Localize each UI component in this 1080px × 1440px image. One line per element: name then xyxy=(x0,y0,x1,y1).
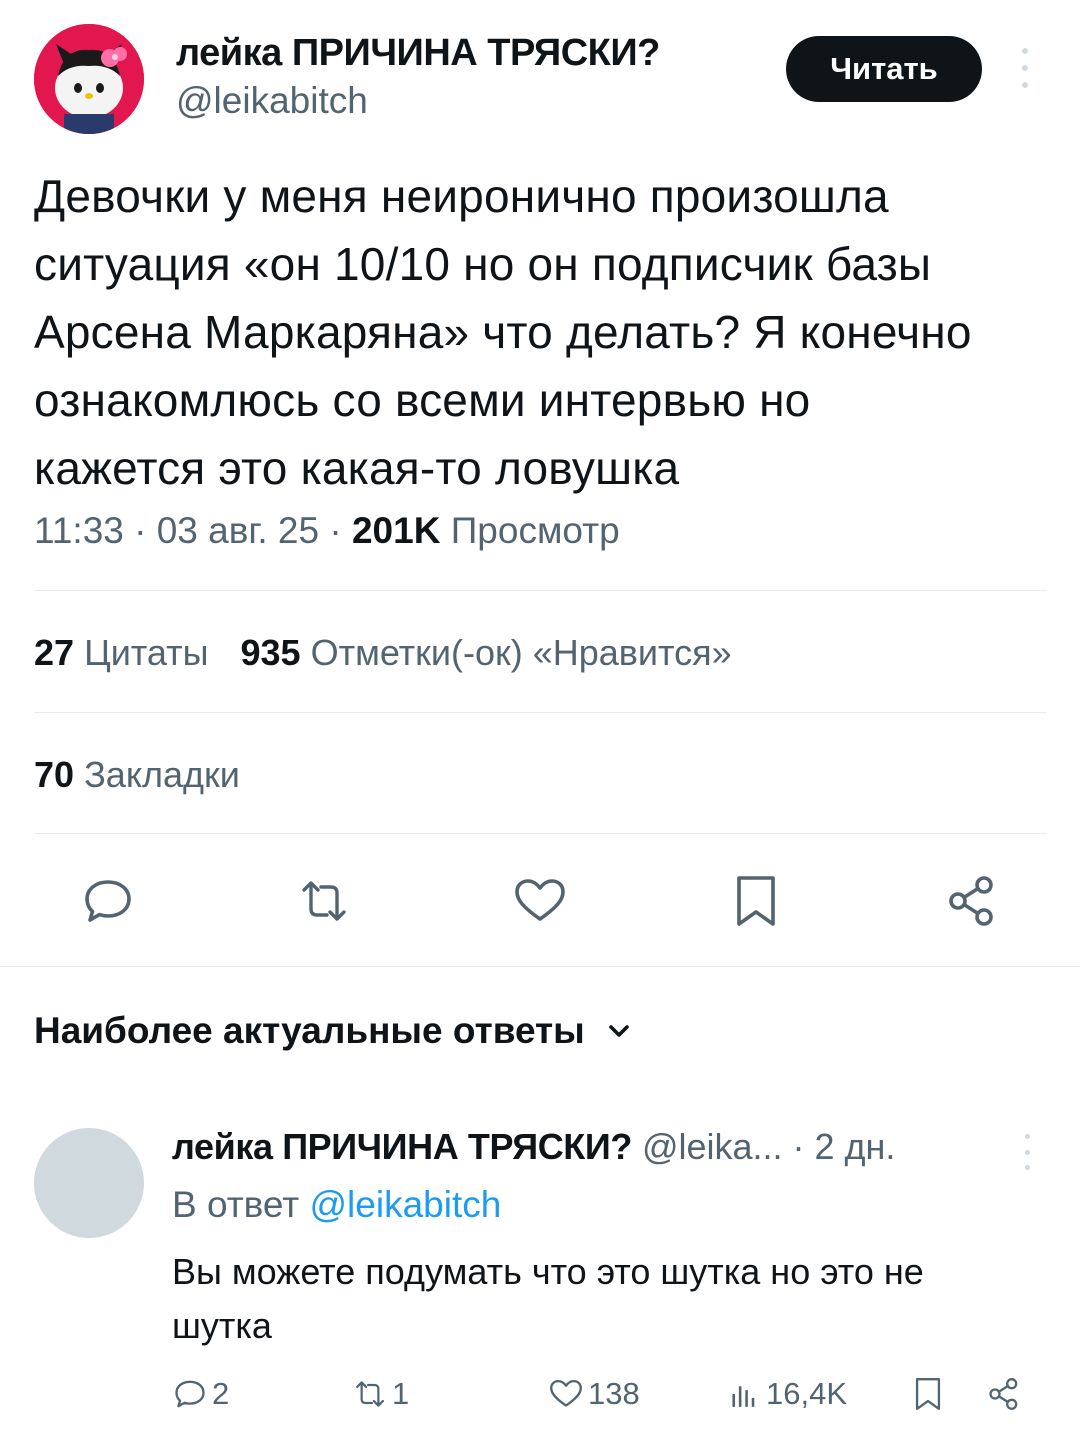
reply-retweet-button[interactable]: 1 xyxy=(352,1372,409,1416)
reply-text-line: шутка xyxy=(172,1305,272,1346)
views-chart-icon xyxy=(732,1386,755,1407)
like-icon[interactable] xyxy=(512,873,568,929)
chevron-down-icon xyxy=(608,1025,629,1037)
tweet-text: Девочки у меня неиронично произошла ситу… xyxy=(34,162,1054,502)
views-count: 201K xyxy=(351,510,441,551)
reply-like-button[interactable]: 138 xyxy=(548,1372,640,1416)
divider xyxy=(34,833,1047,834)
replies-heading-label: Наиболее актуальные ответы xyxy=(34,1010,585,1051)
likes-label: Отметки(-ок) «Нравится» xyxy=(310,632,732,673)
reply-icon xyxy=(175,1380,205,1408)
tweet-text-line: кажется это какая-то ловушка xyxy=(34,442,680,494)
reply-author-name[interactable]: лейка ПРИЧИНА ТРЯСКИ? xyxy=(172,1126,632,1167)
author-name[interactable]: лейка ПРИЧИНА ТРЯСКИ? xyxy=(176,32,660,75)
author-handle[interactable]: @leikabitch xyxy=(176,80,368,122)
views-label: Просмотр xyxy=(440,510,620,551)
replies-sort-dropdown[interactable]: Наиболее актуальные ответы xyxy=(34,1010,631,1052)
share-icon[interactable] xyxy=(944,873,1000,929)
reply-views-button[interactable]: 16,4K xyxy=(726,1372,847,1416)
like-icon xyxy=(550,1379,582,1407)
more-options-icon[interactable] xyxy=(1010,48,1040,88)
bookmarks-stat[interactable]: 70 Закладки xyxy=(34,754,240,796)
reply-header: лейка ПРИЧИНА ТРЯСКИ? @leika... · 2 дн. xyxy=(172,1126,895,1168)
follow-button[interactable]: Читать xyxy=(786,36,982,102)
reply-likes-count: 138 xyxy=(588,1376,640,1411)
reply-author-avatar[interactable] xyxy=(34,1128,144,1238)
reply-reply-button[interactable]: 2 xyxy=(172,1372,229,1416)
author-avatar[interactable] xyxy=(34,24,144,134)
divider xyxy=(34,590,1047,591)
tweet-text-line: Арсена Маркаряна» что делать? Я конечно xyxy=(34,306,972,358)
reply-bookmark-button[interactable] xyxy=(910,1372,950,1416)
reply-to-handle-link[interactable]: @leikabitch xyxy=(310,1184,502,1225)
likes-count: 935 xyxy=(240,632,301,673)
reply-replies-count: 2 xyxy=(212,1376,230,1411)
avatar-image xyxy=(34,24,144,134)
reply-to-prefix: В ответ xyxy=(172,1184,310,1225)
bookmark-icon[interactable] xyxy=(728,873,784,929)
quotes-label: Цитаты xyxy=(84,632,209,673)
bookmark-icon xyxy=(915,1378,941,1410)
likes-stat[interactable]: 935 Отметки(-ок) «Нравится» xyxy=(240,632,731,673)
engagement-stats: 27 Цитаты 935 Отметки(-ок) «Нравится» xyxy=(34,632,732,674)
reply-text: Вы можете подумать что это шутка но это … xyxy=(172,1245,1052,1353)
retweet-icon[interactable] xyxy=(296,873,352,929)
tweet-timestamp[interactable]: 11:33 · 03 авг. 25 · xyxy=(34,510,352,551)
bookmarks-label: Закладки xyxy=(84,754,240,795)
quotes-count: 27 xyxy=(34,632,75,673)
tweet-text-line: Девочки у меня неиронично произошла xyxy=(34,170,889,222)
tweet-detail-page: лейка ПРИЧИНА ТРЯСКИ? @leikabitch Читать… xyxy=(0,0,1080,1440)
section-divider xyxy=(0,966,1080,967)
tweet-text-line: ознакомлюсь со всеми интервью но xyxy=(34,374,811,426)
reply-icon[interactable] xyxy=(80,873,136,929)
tweet-meta: 11:33 · 03 авг. 25 · 201K Просмотр xyxy=(34,510,620,552)
reply-text-line: Вы можете подумать что это шутка но это … xyxy=(172,1251,924,1292)
reply-more-options-icon[interactable] xyxy=(1012,1134,1042,1170)
reply-retweets-count: 1 xyxy=(392,1376,410,1411)
reply-to-line: В ответ @leikabitch xyxy=(172,1184,501,1226)
reply-views-count: 16,4K xyxy=(766,1376,848,1411)
share-icon xyxy=(989,1378,1018,1410)
reply-author-handle[interactable]: @leika... xyxy=(632,1126,783,1167)
tweet-text-line: ситуация «он 10/10 но он подписчик базы xyxy=(34,238,932,290)
reply-timestamp[interactable]: · 2 дн. xyxy=(783,1126,896,1167)
divider xyxy=(34,712,1047,713)
bookmarks-count: 70 xyxy=(34,754,75,795)
quotes-stat[interactable]: 27 Цитаты xyxy=(34,632,208,673)
reply-share-button[interactable] xyxy=(986,1372,1026,1416)
retweet-icon xyxy=(356,1381,384,1407)
